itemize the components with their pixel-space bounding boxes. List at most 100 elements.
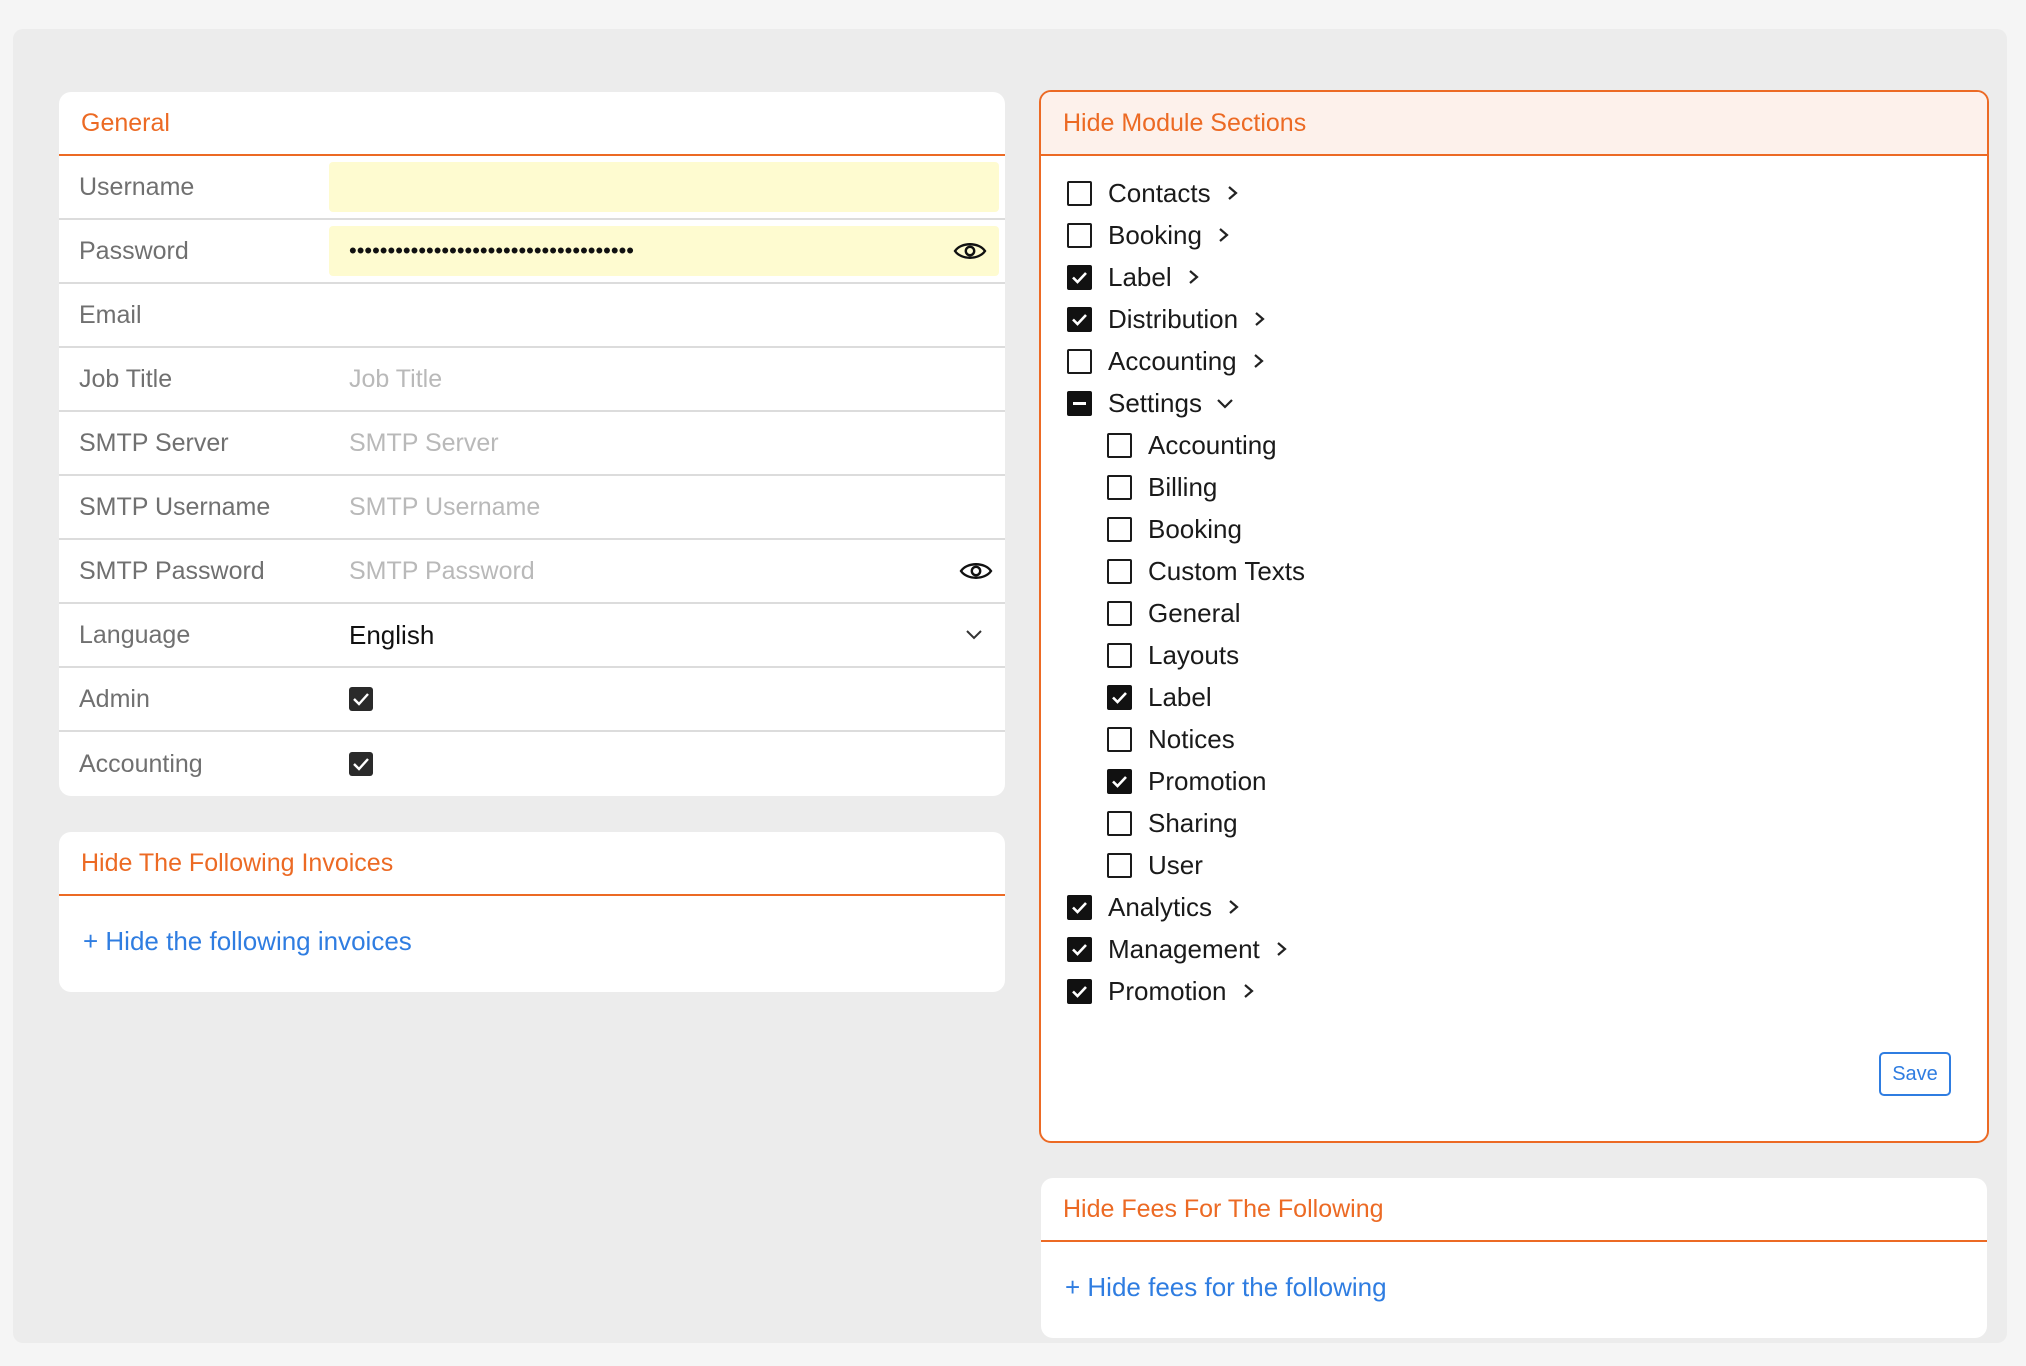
module-item-label: Contacts xyxy=(1108,177,1211,208)
module-checkbox[interactable] xyxy=(1107,726,1132,752)
language-label: Language xyxy=(79,620,191,649)
chevron-right-icon[interactable] xyxy=(1186,269,1200,285)
module-subitem-label: Sharing xyxy=(1148,807,1238,838)
module-checkbox[interactable] xyxy=(1107,516,1132,542)
module-item-label: Accounting xyxy=(1108,345,1237,376)
module-checkbox[interactable] xyxy=(1067,348,1092,374)
module-checkbox[interactable] xyxy=(1107,810,1132,836)
module-checkbox[interactable] xyxy=(1067,978,1092,1004)
module-subitem[interactable]: Accounting xyxy=(1041,424,1987,466)
module-subitem[interactable]: General xyxy=(1041,592,1987,634)
module-item[interactable]: Booking xyxy=(1041,214,1987,256)
module-checkbox[interactable] xyxy=(1107,474,1132,500)
job-title-input[interactable] xyxy=(329,348,1005,410)
language-row: Language English xyxy=(59,604,1005,668)
module-subitem-label: User xyxy=(1148,849,1203,880)
chevron-down-icon[interactable] xyxy=(1216,397,1234,409)
password-row: Password •••••••••••••••••••••••••••••••… xyxy=(59,220,1005,284)
hide-module-sections-title: Hide Module Sections xyxy=(1041,92,1987,156)
module-subitem[interactable]: User xyxy=(1041,844,1987,886)
module-checkbox[interactable] xyxy=(1107,684,1132,710)
module-checkbox[interactable] xyxy=(1107,432,1132,458)
admin-label: Admin xyxy=(79,684,150,713)
module-subitem-label: General xyxy=(1148,597,1241,628)
module-checkbox[interactable] xyxy=(1067,894,1092,920)
module-checkbox[interactable] xyxy=(1067,936,1092,962)
chevron-right-icon[interactable] xyxy=(1216,227,1230,243)
module-checkbox[interactable] xyxy=(1107,642,1132,668)
smtp-server-input[interactable] xyxy=(329,412,1005,474)
module-item[interactable]: Label xyxy=(1041,256,1987,298)
chevron-right-icon[interactable] xyxy=(1226,899,1240,915)
admin-checkbox[interactable] xyxy=(349,687,373,711)
chevron-right-icon[interactable] xyxy=(1252,311,1266,327)
module-subitem[interactable]: Billing xyxy=(1041,466,1987,508)
chevron-down-icon xyxy=(966,630,982,640)
module-item-label: Booking xyxy=(1108,219,1202,250)
hide-module-sections-card: Hide Module Sections Contacts Booking Labe… xyxy=(1039,90,1989,1143)
chevron-right-icon[interactable] xyxy=(1251,353,1265,369)
checkmark-icon xyxy=(1112,691,1127,704)
module-checkbox[interactable] xyxy=(1107,852,1132,878)
smtp-username-label: SMTP Username xyxy=(79,492,271,521)
smtp-username-input[interactable] xyxy=(329,476,1005,538)
add-hidden-invoice-link[interactable]: + Hide the following invoices xyxy=(83,926,412,957)
username-label: Username xyxy=(79,172,195,201)
checkmark-icon xyxy=(1072,985,1087,998)
module-subitem[interactable]: Booking xyxy=(1041,508,1987,550)
page-container: General Username Password ••••••••••••••… xyxy=(13,29,2007,1343)
general-card-title: General xyxy=(59,92,1005,156)
module-checkbox[interactable] xyxy=(1067,390,1092,416)
language-value: English xyxy=(349,619,435,650)
module-checkbox[interactable] xyxy=(1107,558,1132,584)
checkmark-icon xyxy=(1112,775,1127,788)
module-subitem[interactable]: Notices xyxy=(1041,718,1987,760)
username-autofill-bg xyxy=(329,162,999,212)
module-subitem-label: Notices xyxy=(1148,723,1235,754)
checkmark-icon xyxy=(353,693,369,706)
module-item-label: Management xyxy=(1108,933,1260,964)
email-label: Email xyxy=(79,300,142,329)
module-subitem[interactable]: Custom Texts xyxy=(1041,550,1987,592)
module-subitem[interactable]: Layouts xyxy=(1041,634,1987,676)
smtp-username-row: SMTP Username xyxy=(59,476,1005,540)
password-field[interactable]: ••••••••••••••••••••••••••••••••••••• xyxy=(329,226,999,276)
module-subitem-label: Custom Texts xyxy=(1148,555,1306,586)
add-hidden-fee-link[interactable]: + Hide fees for the following xyxy=(1065,1272,1387,1303)
module-tree: Contacts Booking Label Distribution Accounti… xyxy=(1041,156,1987,1012)
module-checkbox[interactable] xyxy=(1107,600,1132,626)
module-checkbox[interactable] xyxy=(1067,222,1092,248)
module-checkbox[interactable] xyxy=(1067,180,1092,206)
chevron-right-icon[interactable] xyxy=(1274,941,1288,957)
module-item[interactable]: Accounting xyxy=(1041,340,1987,382)
eye-icon[interactable] xyxy=(953,240,987,262)
checkmark-icon xyxy=(1072,271,1087,284)
smtp-password-label: SMTP Password xyxy=(79,556,265,585)
accounting-checkbox[interactable] xyxy=(349,752,373,776)
username-input[interactable] xyxy=(329,162,999,212)
module-item[interactable]: Promotion xyxy=(1041,970,1987,1012)
chevron-right-icon[interactable] xyxy=(1225,185,1239,201)
email-input[interactable] xyxy=(329,284,1005,346)
module-checkbox[interactable] xyxy=(1067,264,1092,290)
module-item[interactable]: Contacts xyxy=(1041,172,1987,214)
module-subitem[interactable]: Promotion xyxy=(1041,760,1987,802)
module-checkbox[interactable] xyxy=(1107,768,1132,794)
module-subitem[interactable]: Label xyxy=(1041,676,1987,718)
module-subitem-label: Promotion xyxy=(1148,765,1267,796)
module-item-label: Label xyxy=(1108,261,1172,292)
module-subitem[interactable]: Sharing xyxy=(1041,802,1987,844)
eye-icon[interactable] xyxy=(959,560,993,582)
smtp-password-input[interactable] xyxy=(329,540,1005,602)
smtp-server-label: SMTP Server xyxy=(79,428,229,457)
module-item[interactable]: Distribution xyxy=(1041,298,1987,340)
chevron-right-icon[interactable] xyxy=(1241,983,1255,999)
save-button[interactable]: Save xyxy=(1879,1052,1951,1096)
module-checkbox[interactable] xyxy=(1067,306,1092,332)
module-item[interactable]: Settings xyxy=(1041,382,1987,424)
module-item[interactable]: Analytics xyxy=(1041,886,1987,928)
username-row: Username xyxy=(59,156,1005,220)
module-item[interactable]: Management xyxy=(1041,928,1987,970)
accounting-row: Accounting xyxy=(59,732,1005,796)
language-select[interactable]: English xyxy=(329,604,1005,666)
